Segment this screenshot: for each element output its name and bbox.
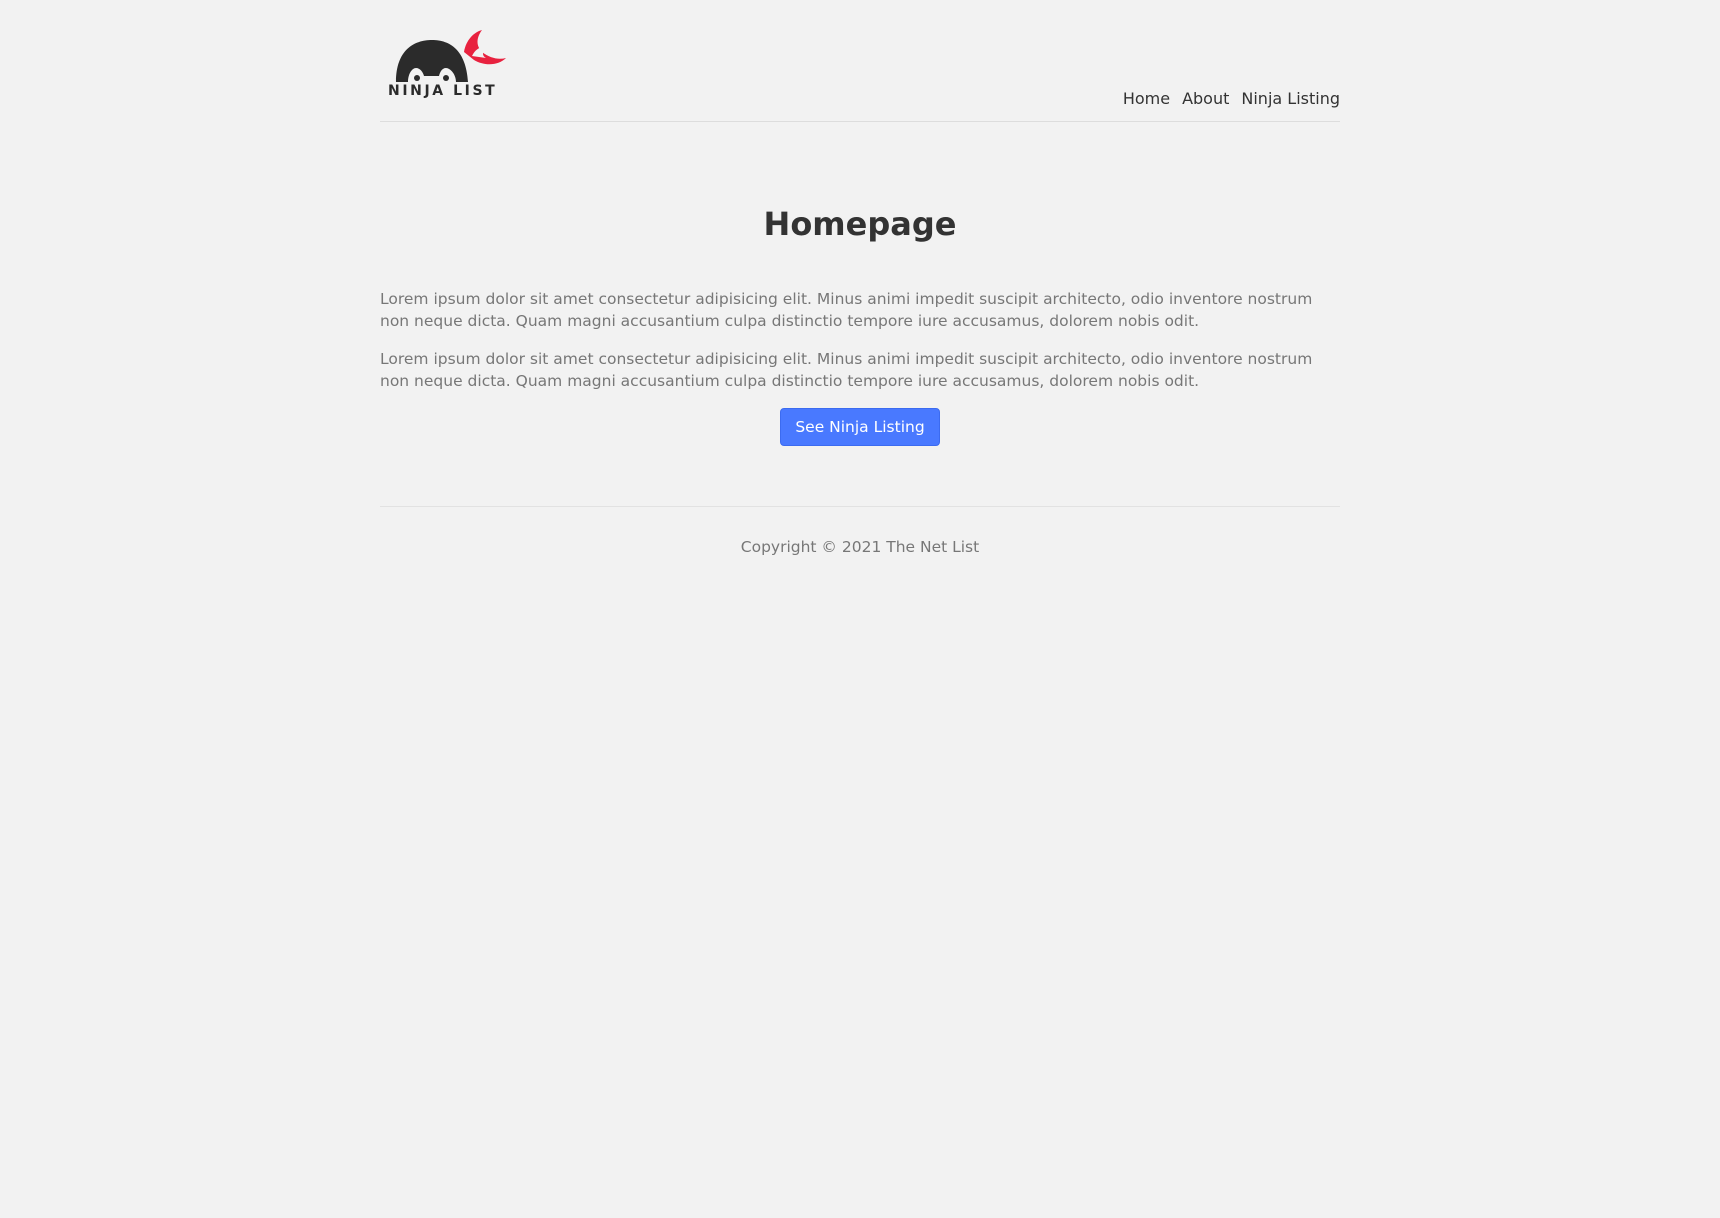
copyright-text: Copyright © 2021 The Net List	[740, 538, 980, 556]
nav-link-home[interactable]: Home	[1123, 88, 1170, 110]
intro-paragraph-2: Lorem ipsum dolor sit amet consectetur a…	[380, 350, 1313, 390]
site-header: NINJA LIST Home About Ninja Listing	[380, 0, 1340, 122]
cta-wrapper: See Ninja Listing	[380, 408, 1340, 446]
page-container: NINJA LIST Home About Ninja Listing Home…	[380, 0, 1340, 557]
site-logo[interactable]: NINJA LIST	[386, 28, 514, 104]
logo-text: NINJA LIST	[388, 83, 498, 99]
page-title: Homepage	[763, 205, 957, 243]
nav-link-about[interactable]: About	[1182, 88, 1229, 110]
main-nav: Home About Ninja Listing	[1123, 88, 1340, 110]
nav-link-ninja-listing[interactable]: Ninja Listing	[1241, 88, 1340, 110]
site-footer: Copyright © 2021 The Net List	[380, 506, 1340, 557]
intro-paragraph-1: Lorem ipsum dolor sit amet consectetur a…	[380, 290, 1313, 330]
see-ninja-listing-button[interactable]: See Ninja Listing	[780, 408, 940, 446]
ninja-head-icon	[396, 30, 506, 82]
main-content: Homepage Lorem ipsum dolor sit amet cons…	[380, 122, 1340, 446]
